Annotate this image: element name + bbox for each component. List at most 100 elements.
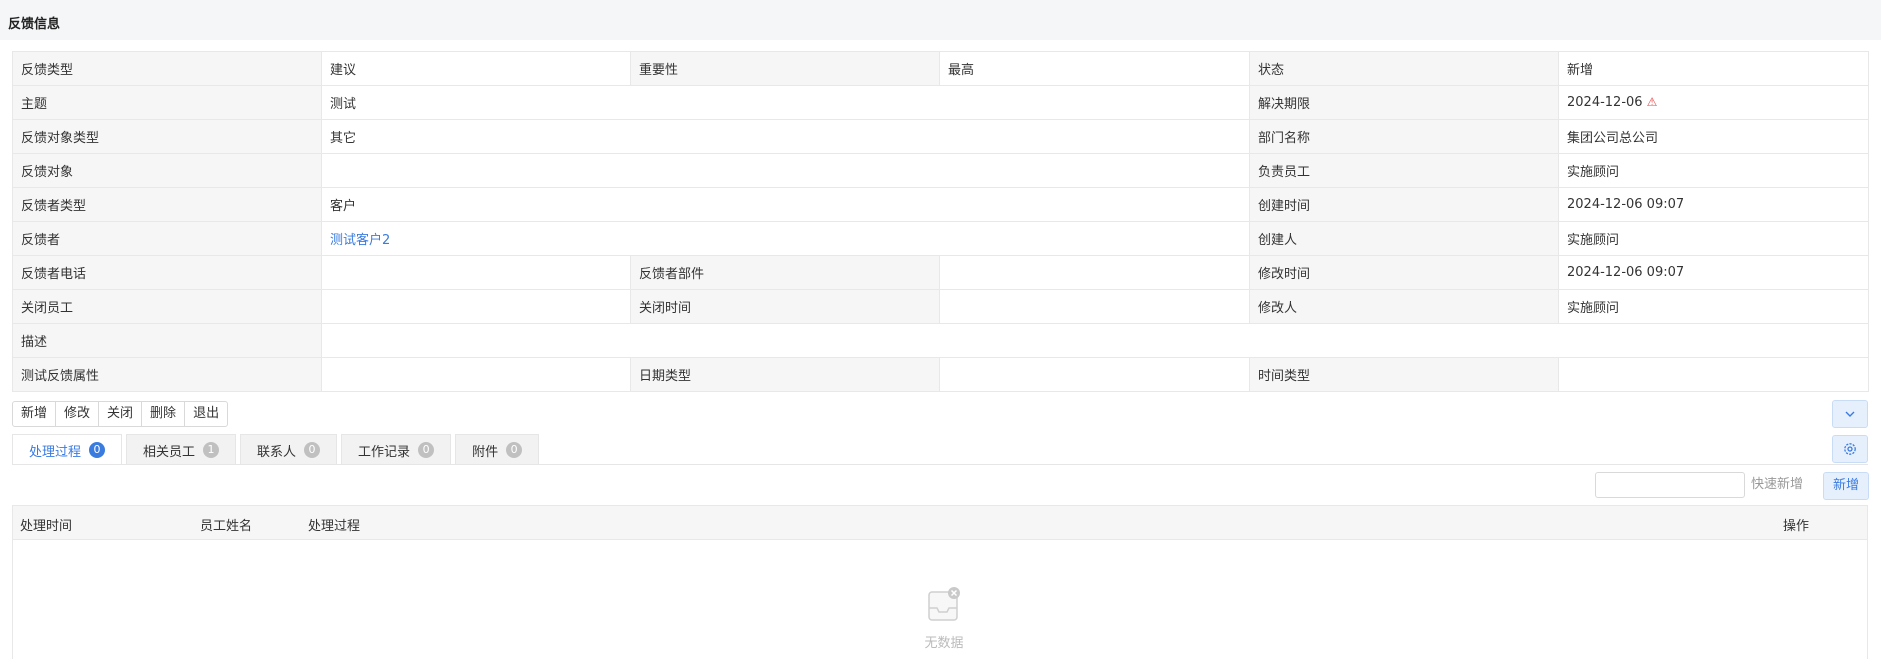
new-record-button[interactable]: 新增 (1823, 472, 1869, 500)
field-value (321, 255, 631, 290)
info-row: 反馈对象 负责员工 实施顾问 (12, 153, 1869, 188)
info-row: 反馈者类型 客户 创建时间 2024-12-06 09:07 (12, 187, 1869, 222)
grid-header: 处理时间 员工姓名 处理过程 操作 (13, 506, 1867, 540)
tab-label: 处理过程 (29, 444, 82, 460)
action-toolbar: 新增 修改 关闭 删除 退出 (12, 401, 229, 427)
field-value: 实施顾问 (1558, 221, 1869, 256)
chevron-down-icon (1845, 411, 1855, 417)
tab-label: 附件 (472, 444, 499, 460)
close-button[interactable]: 关闭 (99, 402, 143, 426)
settings-button[interactable] (1832, 435, 1868, 463)
field-value: 最高 (939, 51, 1250, 86)
empty-box-icon (928, 587, 960, 621)
section-title: 反馈信息 (8, 17, 61, 32)
field-value: 实施顾问 (1558, 289, 1869, 324)
tab-label: 联系人 (257, 444, 297, 460)
field-value (321, 323, 1869, 358)
field-label: 测试反馈属性 (12, 357, 322, 392)
field-value: 客户 (321, 187, 1250, 222)
field-value (321, 153, 1250, 188)
count-badge: 0 (89, 442, 106, 458)
deadline-cell: 2024-12-06 ⚠ (1558, 85, 1869, 120)
field-value: 测试 (321, 85, 1250, 120)
empty-text: 无数据 (924, 636, 964, 651)
field-label: 描述 (12, 323, 322, 358)
tab-process[interactable]: 处理过程 0 (12, 434, 123, 465)
tab-label: 相关员工 (143, 444, 196, 460)
info-row: 描述 (12, 323, 1869, 358)
tabs-divider (12, 464, 1868, 465)
field-value (321, 289, 631, 324)
field-value: 实施顾问 (1558, 153, 1869, 188)
field-label: 日期类型 (630, 357, 940, 392)
field-value: 建议 (321, 51, 631, 86)
process-grid: 处理时间 员工姓名 处理过程 操作 无数据 (12, 505, 1868, 659)
field-label: 状态 (1249, 51, 1559, 86)
add-button[interactable]: 新增 (13, 402, 57, 426)
feedback-info-table: 反馈类型 建议 重要性 最高 状态 新增 主题 测试 解决期限 2024-12-… (12, 51, 1869, 392)
info-row: 反馈者电话 反馈者部件 修改时间 2024-12-06 09:07 (12, 255, 1869, 290)
quick-add-button[interactable]: 快速新增 (1745, 472, 1809, 498)
tab-label: 工作记录 (358, 444, 411, 460)
info-row: 反馈对象类型 其它 部门名称 集团公司总公司 (12, 119, 1869, 154)
field-value (1558, 357, 1869, 392)
field-value: 集团公司总公司 (1558, 119, 1869, 154)
info-row: 关闭员工 关闭时间 修改人 实施顾问 (12, 289, 1869, 324)
column-header[interactable]: 处理过程 (308, 515, 360, 534)
field-value: 2024-12-06 09:07 (1558, 255, 1869, 290)
field-label: 反馈对象类型 (12, 119, 322, 154)
quick-add-input[interactable] (1595, 472, 1745, 498)
gear-icon (1844, 443, 1856, 455)
column-header[interactable]: 处理时间 (20, 515, 72, 534)
tab-work-records[interactable]: 工作记录 0 (341, 434, 452, 465)
field-label: 反馈者部件 (630, 255, 940, 290)
field-label: 重要性 (630, 51, 940, 86)
field-label: 部门名称 (1249, 119, 1559, 154)
warning-icon: ⚠ (1646, 95, 1658, 109)
field-value (939, 255, 1250, 290)
feedback-person-link[interactable]: 测试客户2 (330, 233, 390, 248)
column-header[interactable]: 员工姓名 (200, 515, 252, 534)
tab-related-staff[interactable]: 相关员工 1 (126, 434, 237, 465)
field-label: 负责员工 (1249, 153, 1559, 188)
feedback-person-cell: 测试客户2 (321, 221, 1250, 256)
field-label: 反馈对象 (12, 153, 322, 188)
info-row: 反馈者 测试客户2 创建人 实施顾问 (12, 221, 1869, 256)
delete-button[interactable]: 删除 (142, 402, 186, 426)
field-value (939, 289, 1250, 324)
section-header: 反馈信息 (0, 0, 1881, 40)
field-label: 创建人 (1249, 221, 1559, 256)
field-label: 反馈类型 (12, 51, 322, 86)
count-badge: 0 (418, 442, 435, 458)
tab-attachments[interactable]: 附件 0 (455, 434, 540, 465)
exit-button[interactable]: 退出 (185, 402, 227, 426)
field-label: 关闭员工 (12, 289, 322, 324)
count-badge: 0 (506, 442, 523, 458)
column-header[interactable]: 操作 (1783, 515, 1809, 534)
field-value (939, 357, 1250, 392)
field-value (321, 357, 631, 392)
collapse-button[interactable] (1832, 400, 1868, 428)
count-badge: 0 (304, 442, 321, 458)
field-value: 其它 (321, 119, 1250, 154)
edit-button[interactable]: 修改 (56, 402, 100, 426)
field-label: 反馈者 (12, 221, 322, 256)
info-row: 测试反馈属性 日期类型 时间类型 (12, 357, 1869, 392)
empty-state: 无数据 (909, 586, 979, 651)
info-row: 主题 测试 解决期限 2024-12-06 ⚠ (12, 85, 1869, 120)
field-value: 2024-12-06 09:07 (1558, 187, 1869, 222)
field-label: 修改时间 (1249, 255, 1559, 290)
field-label: 解决期限 (1249, 85, 1559, 120)
field-label: 反馈者电话 (12, 255, 322, 290)
field-label: 修改人 (1249, 289, 1559, 324)
deadline-value: 2024-12-06 (1567, 95, 1643, 110)
field-label: 关闭时间 (630, 289, 940, 324)
info-row: 反馈类型 建议 重要性 最高 状态 新增 (12, 51, 1869, 86)
field-label: 时间类型 (1249, 357, 1559, 392)
tab-contacts[interactable]: 联系人 0 (240, 434, 338, 465)
field-label: 反馈者类型 (12, 187, 322, 222)
count-badge: 1 (203, 442, 220, 458)
field-label: 创建时间 (1249, 187, 1559, 222)
field-label: 主题 (12, 85, 322, 120)
detail-tabs: 处理过程 0 相关员工 1 联系人 0 工作记录 0 附件 0 (12, 434, 543, 465)
